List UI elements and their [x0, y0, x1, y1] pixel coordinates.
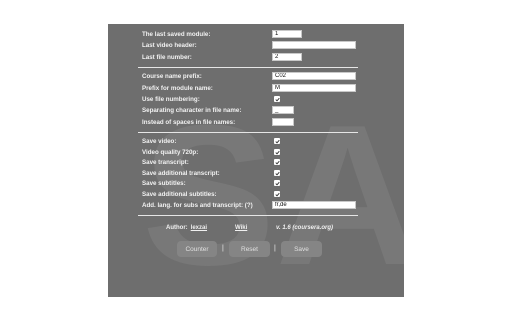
save-transcript-checkbox[interactable]: [274, 159, 280, 165]
last-video-header-input[interactable]: [272, 41, 356, 49]
separating-character-label: Separating character in file name:: [142, 106, 242, 114]
version-info: v. 1.6 (coursera.org): [276, 223, 333, 233]
wiki-link[interactable]: Wiki: [235, 225, 247, 231]
save-additional-transcript-label: Save additional transcript:: [142, 169, 220, 177]
save-additional-subtitles-row: Save additional subtitles:: [142, 189, 217, 199]
add-lang-row: Add. lang. for subs and transcript: (?): [142, 200, 253, 210]
divider: [138, 67, 358, 68]
version-text: v. 1.6 (coursera.org): [276, 225, 334, 231]
last-saved-module-row: The last saved module:: [142, 29, 210, 39]
prefix-module-name-label: Prefix for module name:: [142, 84, 213, 92]
wiki-info: Wiki: [235, 223, 247, 233]
check-icon: [274, 150, 280, 154]
check-icon: [274, 139, 280, 143]
instead-of-spaces-row: Instead of spaces in file names:: [142, 117, 235, 127]
add-lang-label: Add. lang. for subs and transcript: (?): [142, 201, 253, 209]
check-icon: [274, 181, 280, 185]
prefix-module-name-row: Prefix for module name:: [142, 83, 213, 93]
save-subtitles-label: Save subtitles:: [142, 179, 186, 187]
save-additional-transcript-row: Save additional transcript:: [142, 168, 220, 178]
save-additional-subtitles-checkbox[interactable]: [274, 191, 280, 197]
use-file-numbering-checkbox[interactable]: [274, 96, 280, 102]
save-additional-subtitles-label: Save additional subtitles:: [142, 190, 217, 198]
last-video-header-row: Last video header:: [142, 40, 197, 50]
last-file-number-row: Last file number:: [142, 52, 192, 62]
counter-button[interactable]: Counter: [177, 241, 217, 257]
divider: [138, 215, 358, 216]
save-subtitles-checkbox[interactable]: [274, 180, 280, 186]
check-icon: [274, 97, 280, 101]
last-saved-module-input[interactable]: 1: [272, 30, 302, 38]
instead-of-spaces-input[interactable]: [272, 118, 294, 126]
last-file-number-label: Last file number:: [142, 53, 192, 61]
settings-panel: SA The last saved module: 1 Last video h…: [108, 24, 404, 297]
use-file-numbering-row: Use file numbering:: [142, 94, 200, 104]
save-video-row: Save video:: [142, 136, 176, 146]
instead-of-spaces-label: Instead of spaces in file names:: [142, 118, 236, 126]
save-transcript-label: Save transcript:: [142, 158, 189, 166]
save-video-label: Save video:: [142, 137, 177, 145]
video-quality-label: Video quality 720p:: [142, 148, 199, 156]
check-icon: [274, 192, 280, 196]
save-additional-transcript-checkbox[interactable]: [274, 170, 280, 176]
divider: [138, 132, 358, 133]
add-lang-input[interactable]: fr,de: [272, 201, 356, 209]
video-quality-row: Video quality 720p:: [142, 147, 198, 157]
save-video-checkbox[interactable]: [274, 138, 280, 144]
last-video-header-label: Last video header:: [142, 41, 197, 49]
author-link[interactable]: lexzai: [191, 225, 207, 231]
separating-character-row: Separating character in file name:: [142, 105, 241, 115]
save-subtitles-row: Save subtitles:: [142, 178, 186, 188]
check-icon: [274, 160, 280, 164]
separator: |: [222, 245, 224, 252]
save-transcript-row: Save transcript:: [142, 157, 189, 167]
course-name-prefix-input[interactable]: C02: [272, 72, 356, 80]
video-quality-checkbox[interactable]: [274, 149, 280, 155]
separating-character-input[interactable]: _: [272, 106, 294, 114]
separator: |: [274, 245, 276, 252]
author-label: Author:: [166, 225, 188, 231]
prefix-module-name-input[interactable]: M: [272, 84, 356, 92]
reset-button[interactable]: Reset: [229, 241, 270, 257]
last-file-number-input[interactable]: 2: [272, 53, 302, 61]
course-name-prefix-label: Course name prefix:: [142, 72, 202, 80]
last-saved-module-label: The last saved module:: [142, 30, 211, 38]
author-info: Author: lexzai: [166, 223, 207, 233]
save-button[interactable]: Save: [281, 241, 322, 257]
use-file-numbering-label: Use file numbering:: [142, 95, 200, 103]
check-icon: [274, 171, 280, 175]
course-name-prefix-row: Course name prefix:: [142, 71, 202, 81]
